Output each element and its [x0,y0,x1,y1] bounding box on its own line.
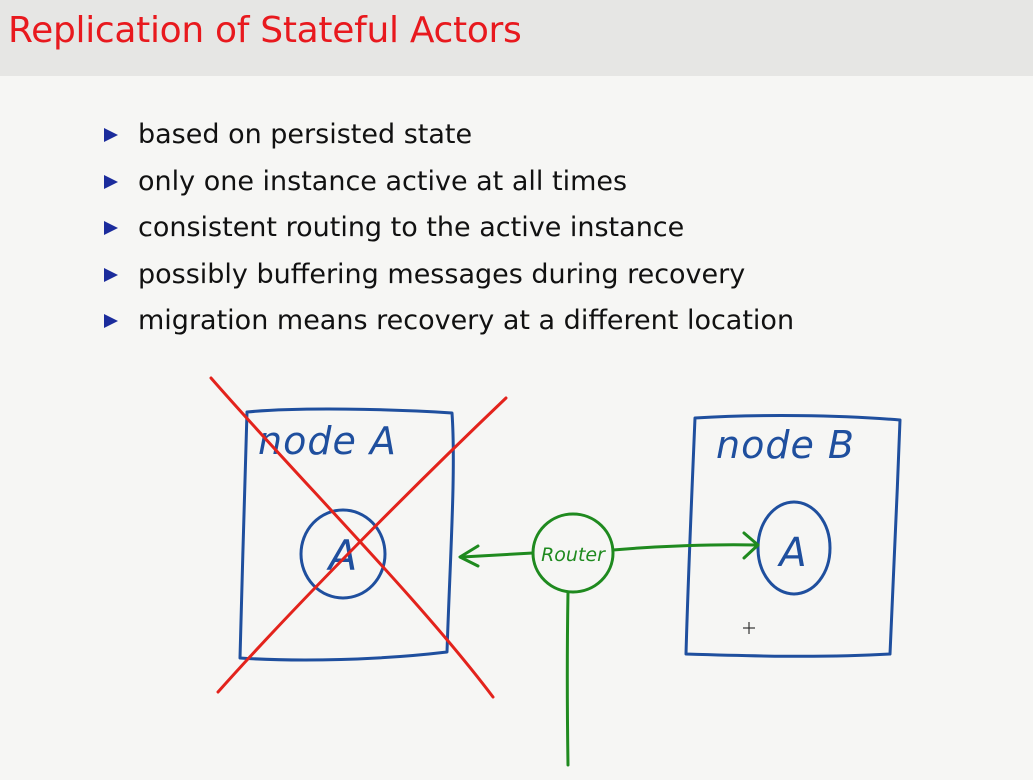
slide: Replication of Stateful Actors based on … [0,0,1033,780]
incoming-line [565,590,570,767]
crosshair-icon [743,622,755,634]
arrow-to-node-b [611,543,758,552]
node-a-label: node A [258,419,397,463]
node-b-label: node B [716,423,855,467]
actor-b-label: A [776,530,806,576]
router-label: Router [541,544,606,566]
arrow-to-node-a [460,551,535,559]
handwritten-diagram: node A A node B A Router [209,376,902,767]
